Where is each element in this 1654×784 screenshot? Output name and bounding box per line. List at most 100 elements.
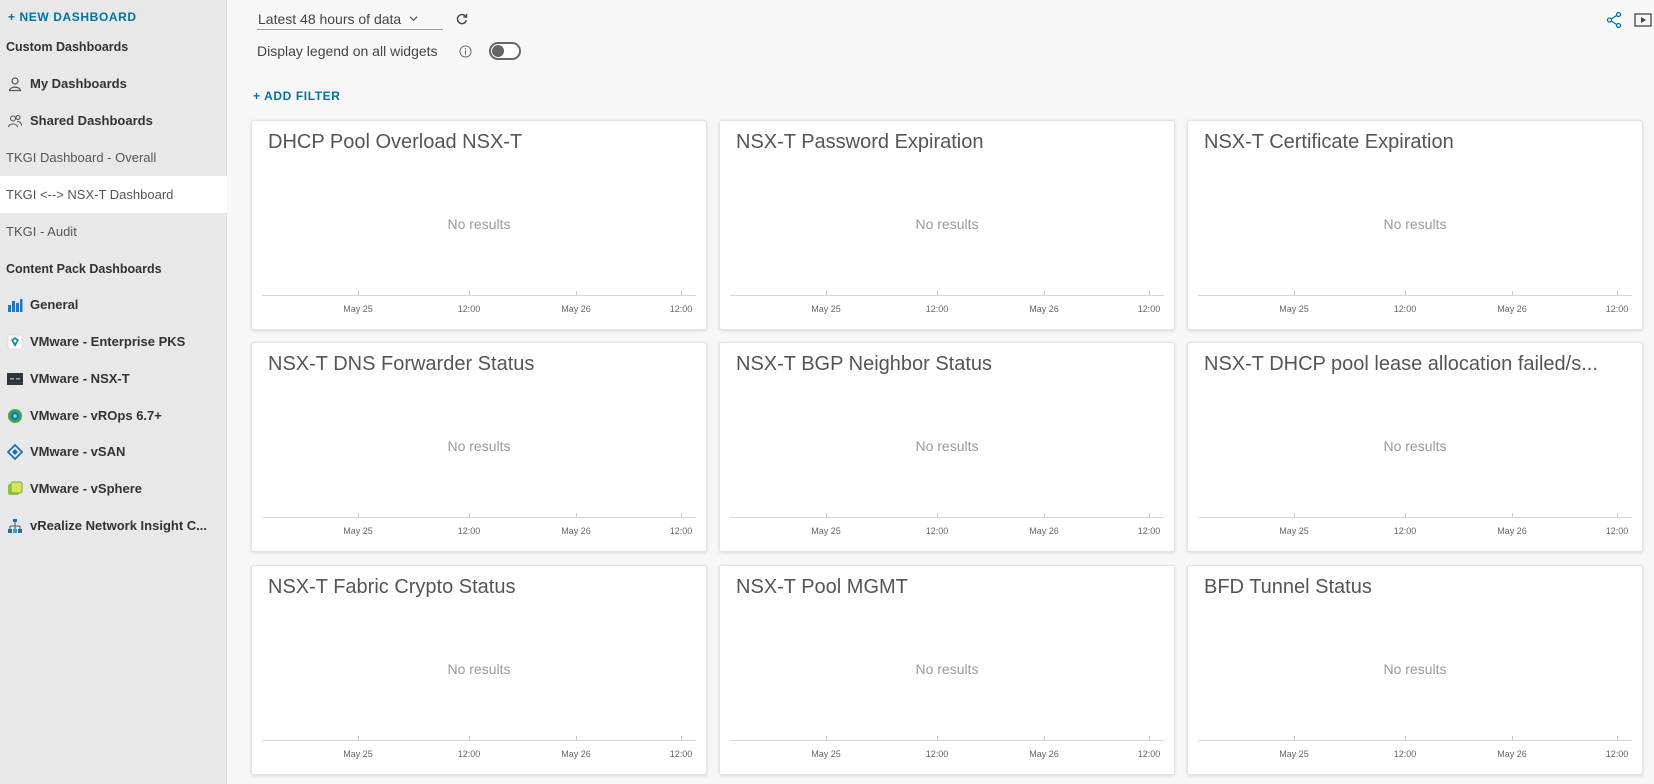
sidebar-item-label: VMware - vROps 6.7+: [30, 408, 162, 423]
time-axis: May 25 12:00 May 26 12:00: [1198, 291, 1632, 314]
axis-tick-label: 12:00: [1137, 749, 1161, 759]
sidebar-item-tkgi-nsx-t-dashboard[interactable]: TKGI <--> NSX-T Dashboard: [0, 176, 227, 213]
time-axis: May 25 12:00 May 26 12:00: [730, 291, 1164, 314]
bar-chart-icon: [7, 297, 23, 313]
sidebar-item-label: VMware - vSAN: [30, 444, 126, 459]
sidebar-item-vrealize-network-insight-c[interactable]: vRealize Network Insight C...: [0, 507, 227, 544]
axis-tick: [576, 513, 577, 517]
axis-tick: [358, 513, 359, 517]
sidebar-item-my-dashboards[interactable]: My Dashboards: [0, 65, 227, 102]
widget-nsx-t-pool-mgmt[interactable]: NSX-T Pool MGMT No results May 25 12:00 May …: [719, 565, 1175, 775]
time-axis: May 25 12:00 May 26 12:00: [1198, 513, 1632, 536]
legend-toggle-label: Display legend on all widgets: [257, 43, 438, 59]
axis-tick-label: 12:00: [669, 304, 693, 314]
sidebar-item-vmware-nsx-t[interactable]: VMware - NSX-T: [0, 360, 227, 397]
sidebar-item-vmware-vrops-6-7[interactable]: VMware - vROps 6.7+: [0, 397, 227, 434]
sidebar-item-label: Content Pack Dashboards: [6, 261, 162, 276]
legend-toggle[interactable]: [489, 42, 521, 60]
widget-title: NSX-T Certificate Expiration: [1204, 131, 1454, 153]
widget-bfd-tunnel-status[interactable]: BFD Tunnel Status No results May 25 12:00 Ma…: [1187, 565, 1643, 775]
info-icon[interactable]: [459, 45, 472, 58]
axis-tick-label: 12:00: [457, 304, 481, 314]
axis-tick: [681, 513, 682, 517]
axis-tick: [1617, 736, 1618, 740]
users-icon: [7, 113, 23, 129]
axis-tick-label: May 25: [1279, 304, 1309, 314]
nsx-logo-icon: [7, 371, 23, 387]
axis-tick-label: 12:00: [1137, 304, 1161, 314]
axis-tick-label: 12:00: [457, 749, 481, 759]
axis-tick: [1044, 291, 1045, 295]
sidebar-item-vmware-vsphere[interactable]: VMware - vSphere: [0, 470, 227, 507]
add-filter-button[interactable]: + ADD FILTER: [253, 89, 341, 103]
chevron-down-icon: [409, 16, 418, 22]
widget-nsx-t-certificate-expiration[interactable]: NSX-T Certificate Expiration No results Ma…: [1187, 120, 1643, 330]
axis-tick-label: 12:00: [1393, 304, 1417, 314]
axis-tick: [937, 291, 938, 295]
axis-tick: [1294, 736, 1295, 740]
new-dashboard-button[interactable]: + NEW DASHBOARD: [8, 10, 137, 24]
sidebar-item-vmware-enterprise-pks[interactable]: VMware - Enterprise PKS: [0, 323, 227, 360]
share-icon[interactable]: [1606, 11, 1622, 29]
widget-title: NSX-T Fabric Crypto Status: [268, 576, 516, 598]
time-range-select[interactable]: Latest 48 hours of data: [257, 8, 443, 30]
axis-tick-label: May 25: [811, 749, 841, 759]
axis-tick: [1405, 736, 1406, 740]
axis-tick-label: May 25: [343, 304, 373, 314]
widget-nsx-t-password-expiration[interactable]: NSX-T Password Expiration No results May 2…: [719, 120, 1175, 330]
time-axis: May 25 12:00 May 26 12:00: [262, 513, 696, 536]
axis-tick-label: May 26: [1029, 749, 1059, 759]
sidebar-item-label: vRealize Network Insight C...: [30, 518, 207, 533]
sidebar-item-vmware-vsan[interactable]: VMware - vSAN: [0, 433, 227, 470]
sidebar-item-tkgi-audit[interactable]: TKGI - Audit: [0, 213, 227, 250]
widget-nsx-t-fabric-crypto-status[interactable]: NSX-T Fabric Crypto Status No results May …: [251, 565, 707, 775]
no-results-message: No results: [447, 216, 511, 232]
axis-tick-label: 12:00: [669, 526, 693, 536]
axis-tick: [1405, 513, 1406, 517]
axis-tick: [937, 736, 938, 740]
axis-tick-label: May 25: [1279, 526, 1309, 536]
axis-tick-label: 12:00: [1605, 749, 1629, 759]
axis-tick: [1512, 736, 1513, 740]
refresh-icon[interactable]: [455, 12, 469, 26]
time-axis: May 25 12:00 May 26 12:00: [1198, 736, 1632, 759]
axis-tick-label: 12:00: [1605, 526, 1629, 536]
sidebar-item-general[interactable]: General: [0, 286, 227, 323]
widget-title: NSX-T BGP Neighbor Status: [736, 353, 993, 375]
axis-tick: [826, 513, 827, 517]
sidebar-item-tkgi-dashboard-overall[interactable]: TKGI Dashboard - Overall: [0, 139, 227, 176]
axis-tick: [358, 736, 359, 740]
user-icon: [7, 76, 23, 92]
no-results-message: No results: [1383, 216, 1447, 232]
sidebar-item-label: TKGI - Audit: [6, 224, 77, 239]
sidebar: + NEW DASHBOARD Custom Dashboards My Dash…: [0, 0, 227, 784]
axis-tick-label: May 26: [1497, 304, 1527, 314]
axis-tick: [1044, 513, 1045, 517]
sidebar-item-label: TKGI Dashboard - Overall: [6, 150, 157, 165]
axis-tick-label: May 25: [1279, 749, 1309, 759]
axis-tick-label: 12:00: [669, 749, 693, 759]
sidebar-item-label: TKGI <--> NSX-T Dashboard: [6, 187, 174, 202]
section-header-custom-dashboards: Custom Dashboards: [0, 28, 227, 65]
axis-tick: [1149, 736, 1150, 740]
axis-tick: [1294, 513, 1295, 517]
axis-tick-label: 12:00: [1605, 304, 1629, 314]
time-axis: May 25 12:00 May 26 12:00: [262, 291, 696, 314]
axis-tick-label: May 26: [1029, 304, 1059, 314]
widget-nsx-t-dns-forwarder-status[interactable]: NSX-T DNS Forwarder Status No results May …: [251, 342, 707, 552]
axis-tick-label: May 26: [561, 749, 591, 759]
axis-tick: [576, 291, 577, 295]
widget-dhcp-pool-overload-nsx-t[interactable]: DHCP Pool Overload NSX-T No results May 25…: [251, 120, 707, 330]
widget-title: DHCP Pool Overload NSX-T: [268, 131, 523, 153]
time-axis: May 25 12:00 May 26 12:00: [262, 736, 696, 759]
time-range-value: Latest 48 hours of data: [258, 10, 402, 27]
widget-nsx-t-bgp-neighbor-status[interactable]: NSX-T BGP Neighbor Status No results May 2…: [719, 342, 1175, 552]
axis-tick: [826, 291, 827, 295]
presentation-mode-icon[interactable]: [1634, 12, 1652, 28]
axis-tick: [469, 736, 470, 740]
sidebar-item-shared-dashboards[interactable]: Shared Dashboards: [0, 102, 227, 139]
widget-title: NSX-T Pool MGMT: [736, 576, 908, 598]
axis-tick: [469, 291, 470, 295]
network-insight-logo-icon: [7, 518, 23, 534]
widget-nsx-t-dhcp-pool-lease-allocation-failed-s[interactable]: NSX-T DHCP pool lease allocation failed/…: [1187, 342, 1643, 552]
